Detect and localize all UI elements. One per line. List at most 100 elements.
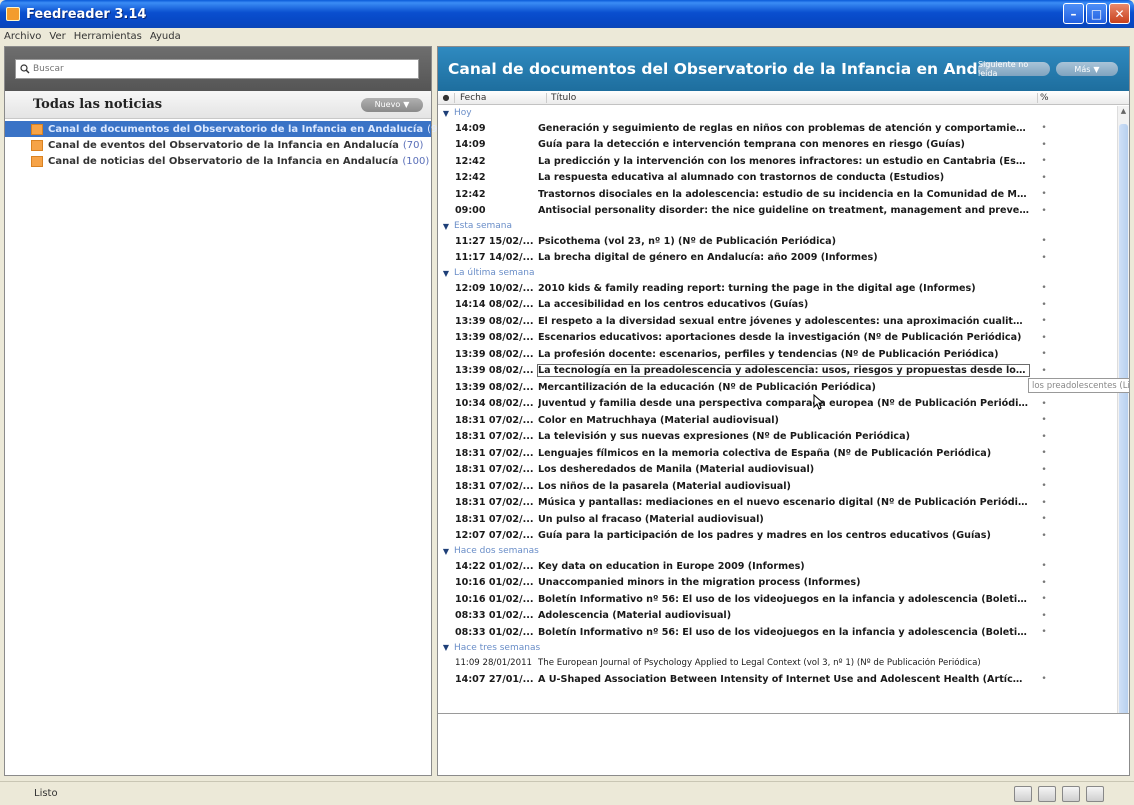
- unread-dot-icon[interactable]: •: [1029, 432, 1059, 442]
- date-group[interactable]: ▼ Esta semana: [438, 219, 1118, 233]
- date-group[interactable]: ▼ Hace tres semanas: [438, 641, 1118, 655]
- article-row[interactable]: 10:16 01/02/... Boletín Informativo nº 56…: [438, 591, 1118, 608]
- view-columns-icon[interactable]: [1086, 786, 1104, 802]
- scroll-up-icon[interactable]: ▲: [1118, 106, 1129, 116]
- flag-column-header[interactable]: ●: [438, 93, 454, 102]
- search-input[interactable]: [33, 64, 403, 74]
- collapse-triangle-icon[interactable]: ▼: [438, 222, 454, 231]
- unread-dot-icon[interactable]: •: [1029, 611, 1059, 621]
- unread-dot-icon[interactable]: •: [1029, 316, 1059, 326]
- article-row[interactable]: 18:31 07/02/... Los desheredados de Manil…: [438, 462, 1118, 479]
- article-row[interactable]: 18:31 07/02/... Un pulso al fracaso (Mate…: [438, 511, 1118, 528]
- unread-dot-icon[interactable]: •: [1029, 156, 1059, 166]
- unread-dot-icon[interactable]: •: [1029, 399, 1059, 409]
- unread-dot-icon[interactable]: •: [1029, 627, 1059, 637]
- article-row[interactable]: 13:39 08/02/... Escenarios educativos: ap…: [438, 330, 1118, 347]
- article-row[interactable]: 18:31 07/02/... La televisión y sus nueva…: [438, 429, 1118, 446]
- feed-count: (70): [402, 139, 424, 151]
- article-row[interactable]: 12:42 La respuesta educativa al alumnado …: [438, 170, 1118, 187]
- extra-column-header[interactable]: %: [1037, 92, 1053, 103]
- article-row[interactable]: 13:39 08/02/... El respeto a la diversida…: [438, 313, 1118, 330]
- date-group[interactable]: ▼ La última semana: [438, 266, 1118, 280]
- article-row[interactable]: 12:07 07/02/... Guía para la participació…: [438, 528, 1118, 545]
- unread-dot-icon[interactable]: •: [1029, 531, 1059, 541]
- unread-dot-icon[interactable]: •: [1029, 578, 1059, 588]
- unread-dot-icon[interactable]: •: [1029, 498, 1059, 508]
- menu-ayuda[interactable]: Ayuda: [146, 31, 185, 42]
- article-row[interactable]: 11:09 28/01/2011 The European Journal of …: [438, 655, 1118, 672]
- unread-dot-icon[interactable]: •: [1029, 253, 1059, 263]
- unread-dot-icon[interactable]: •: [1029, 415, 1059, 425]
- new-button[interactable]: Nuevo ▼: [361, 97, 423, 112]
- article-row[interactable]: 11:27 15/02/... Psicothema (vol 23, nº 1)…: [438, 233, 1118, 250]
- article-title: Guía para la participación de los padres…: [538, 530, 991, 542]
- unread-dot-icon[interactable]: •: [1029, 594, 1059, 604]
- date-group[interactable]: ▼ Hoy: [438, 106, 1118, 120]
- view-split-icon[interactable]: [1038, 786, 1056, 802]
- feed-item[interactable]: Canal de noticias del Observatorio de la…: [5, 153, 431, 169]
- article-row[interactable]: 10:34 08/02/... Juventud y familia desde …: [438, 396, 1118, 413]
- article-row[interactable]: 11:17 14/02/... La brecha digital de géne…: [438, 250, 1118, 267]
- unread-dot-icon[interactable]: •: [1029, 206, 1059, 216]
- unread-dot-icon[interactable]: •: [1029, 481, 1059, 491]
- more-button[interactable]: Más ▼: [1056, 62, 1118, 76]
- next-unread-button[interactable]: Siguiente no leída: [978, 60, 1050, 78]
- menu-ver[interactable]: Ver: [45, 31, 69, 42]
- minimize-button[interactable]: –: [1063, 3, 1084, 24]
- article-row[interactable]: 18:31 07/02/... Lenguajes fílmicos en la …: [438, 445, 1118, 462]
- article-row[interactable]: 13:39 08/02/... La tecnología en la pread…: [438, 363, 1118, 380]
- collapse-triangle-icon[interactable]: ▼: [438, 269, 454, 278]
- article-row[interactable]: 14:07 27/01/... A U-Shaped Association Be…: [438, 671, 1118, 688]
- title-column-header[interactable]: Título: [546, 92, 1037, 103]
- article-row[interactable]: 14:09 Guía para la detección e intervenci…: [438, 137, 1118, 154]
- search-box[interactable]: [15, 59, 419, 79]
- unread-dot-icon[interactable]: •: [1029, 465, 1059, 475]
- article-row[interactable]: 14:14 08/02/... La accesibilidad en los c…: [438, 297, 1118, 314]
- unread-dot-icon[interactable]: •: [1029, 448, 1059, 458]
- article-row[interactable]: 12:09 10/02/... 2010 kids & family readin…: [438, 280, 1118, 297]
- close-button[interactable]: ✕: [1109, 3, 1130, 24]
- maximize-button[interactable]: □: [1086, 3, 1107, 24]
- article-row[interactable]: 18:31 07/02/... Música y pantallas: media…: [438, 495, 1118, 512]
- date-group[interactable]: ▼ Hace dos semanas: [438, 544, 1118, 558]
- unread-dot-icon[interactable]: •: [1029, 236, 1059, 246]
- unread-dot-icon[interactable]: •: [1029, 349, 1059, 359]
- unread-dot-icon[interactable]: •: [1029, 674, 1059, 684]
- unread-dot-icon[interactable]: •: [1029, 514, 1059, 524]
- unread-dot-icon[interactable]: •: [1029, 300, 1059, 310]
- unread-dot-icon[interactable]: •: [1029, 333, 1059, 343]
- article-row[interactable]: 08:33 01/02/... Boletín Informativo nº 56…: [438, 624, 1118, 641]
- unread-dot-icon[interactable]: •: [1029, 561, 1059, 571]
- all-news-title[interactable]: Todas las noticias: [33, 97, 162, 112]
- scroll-thumb[interactable]: [1119, 124, 1128, 736]
- unread-dot-icon[interactable]: •: [1029, 366, 1059, 376]
- article-row[interactable]: 14:09 Generación y seguimiento de reglas …: [438, 120, 1118, 137]
- unread-dot-icon[interactable]: •: [1029, 283, 1059, 293]
- collapse-triangle-icon[interactable]: ▼: [438, 547, 454, 556]
- unread-dot-icon[interactable]: •: [1029, 140, 1059, 150]
- unread-dot-icon[interactable]: •: [1029, 123, 1059, 133]
- scrollbar[interactable]: ▲ ▼: [1117, 106, 1129, 757]
- article-row[interactable]: 10:16 01/02/... Unaccompanied minors in t…: [438, 575, 1118, 592]
- collapse-triangle-icon[interactable]: ▼: [438, 643, 454, 652]
- network-icon[interactable]: [1014, 786, 1032, 802]
- article-row[interactable]: 08:33 01/02/... Adolescencia (Material au…: [438, 608, 1118, 625]
- article-row[interactable]: 12:42 Trastornos disociales en la adolesc…: [438, 186, 1118, 203]
- feed-item[interactable]: Canal de eventos del Observatorio de la …: [5, 137, 431, 153]
- unread-dot-icon[interactable]: •: [1029, 189, 1059, 199]
- menu-herramientas[interactable]: Herramientas: [70, 31, 146, 42]
- article-row[interactable]: 18:31 07/02/... Color en Matruchhaya (Mat…: [438, 412, 1118, 429]
- article-row[interactable]: 09:00 Antisocial personality disorder: th…: [438, 203, 1118, 220]
- menu-archivo[interactable]: Archivo: [0, 31, 45, 42]
- article-row[interactable]: 14:22 01/02/... Key data on education in …: [438, 558, 1118, 575]
- feed-item[interactable]: Canal de documentos del Observatorio de …: [5, 121, 448, 137]
- article-title: Lenguajes fílmicos en la memoria colecti…: [538, 447, 992, 459]
- collapse-triangle-icon[interactable]: ▼: [438, 109, 454, 118]
- unread-dot-icon[interactable]: •: [1029, 173, 1059, 183]
- article-row[interactable]: 18:31 07/02/... Los niños de la pasarela …: [438, 478, 1118, 495]
- article-row[interactable]: 13:39 08/02/... Mercantilización de la ed…: [438, 379, 1118, 396]
- article-row[interactable]: 13:39 08/02/... La profesión docente: esc…: [438, 346, 1118, 363]
- article-row[interactable]: 12:42 La predicción y la intervención con…: [438, 153, 1118, 170]
- view-layout-icon[interactable]: [1062, 786, 1080, 802]
- date-column-header[interactable]: Fecha: [454, 92, 546, 103]
